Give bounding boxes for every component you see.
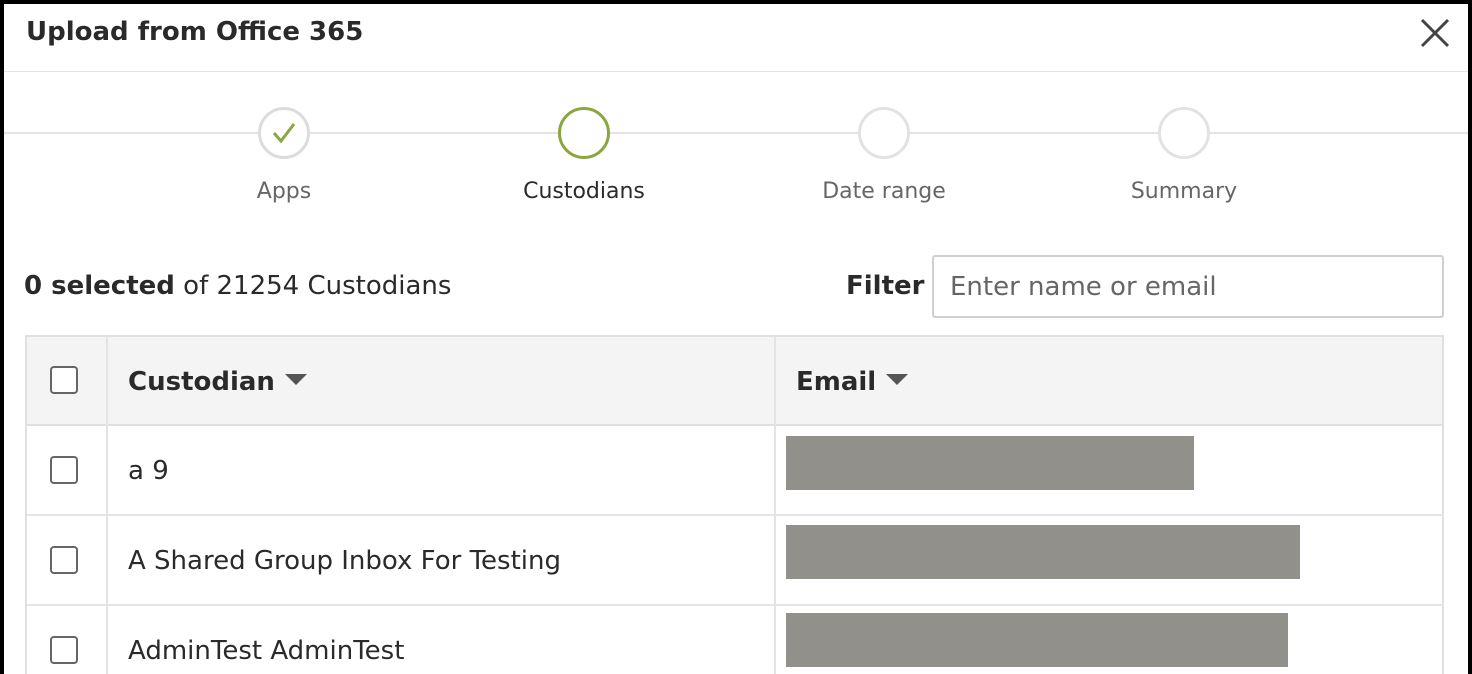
close-icon bbox=[1420, 18, 1450, 48]
custodian-name: A Shared Group Inbox For Testing bbox=[128, 546, 561, 576]
redacted-email bbox=[786, 613, 1288, 667]
step-active-circle bbox=[558, 107, 610, 159]
table-header: Custodian Email bbox=[27, 337, 1442, 426]
custodian-name: AdminTest AdminTest bbox=[128, 636, 405, 666]
row-checkbox[interactable] bbox=[50, 546, 78, 574]
column-divider bbox=[774, 337, 776, 674]
checkmark-icon bbox=[272, 123, 296, 144]
dialog-header: Upload from Office 365 bbox=[4, 4, 1468, 72]
dialog-title: Upload from Office 365 bbox=[26, 17, 364, 47]
total-count: of 21254 Custodians bbox=[183, 271, 452, 301]
custodian-table: Custodian Email a 9 A Shared Group Inbox… bbox=[25, 335, 1444, 674]
step-pending-circle bbox=[858, 107, 910, 159]
step-label: Apps bbox=[256, 179, 312, 204]
table-row[interactable]: A Shared Group Inbox For Testing bbox=[27, 516, 1442, 606]
selection-count: 0 selected of 21254 Custodians bbox=[24, 271, 451, 301]
sort-caret-icon bbox=[284, 374, 307, 385]
column-divider bbox=[106, 337, 108, 674]
step-apps[interactable]: Apps bbox=[164, 107, 404, 204]
step-custodians[interactable]: Custodians bbox=[464, 107, 704, 204]
select-all-checkbox[interactable] bbox=[50, 366, 78, 394]
redacted-email bbox=[786, 436, 1194, 490]
step-label: Date range bbox=[822, 179, 946, 204]
row-checkbox[interactable] bbox=[50, 636, 78, 664]
custodian-name: a 9 bbox=[128, 456, 169, 486]
upload-dialog: Upload from Office 365 Apps Custodians D… bbox=[4, 4, 1468, 674]
column-label: Email bbox=[796, 367, 877, 397]
filter-label: Filter bbox=[846, 271, 925, 301]
step-complete-circle bbox=[258, 107, 310, 159]
selected-count: 0 selected bbox=[24, 271, 175, 301]
redacted-email bbox=[786, 525, 1300, 579]
column-label: Custodian bbox=[128, 367, 275, 397]
column-header-custodian[interactable]: Custodian bbox=[128, 367, 307, 397]
step-summary[interactable]: Summary bbox=[1064, 107, 1304, 204]
sort-caret-icon bbox=[886, 374, 909, 385]
step-pending-circle bbox=[1158, 107, 1210, 159]
filter-input[interactable] bbox=[932, 255, 1444, 318]
column-header-email[interactable]: Email bbox=[796, 367, 909, 397]
step-label: Custodians bbox=[523, 179, 645, 204]
table-row[interactable]: a 9 bbox=[27, 426, 1442, 516]
row-checkbox[interactable] bbox=[50, 456, 78, 484]
table-row[interactable]: AdminTest AdminTest bbox=[27, 606, 1442, 674]
close-button[interactable] bbox=[1418, 16, 1452, 50]
step-date-range[interactable]: Date range bbox=[764, 107, 1004, 204]
step-label: Summary bbox=[1130, 179, 1238, 204]
